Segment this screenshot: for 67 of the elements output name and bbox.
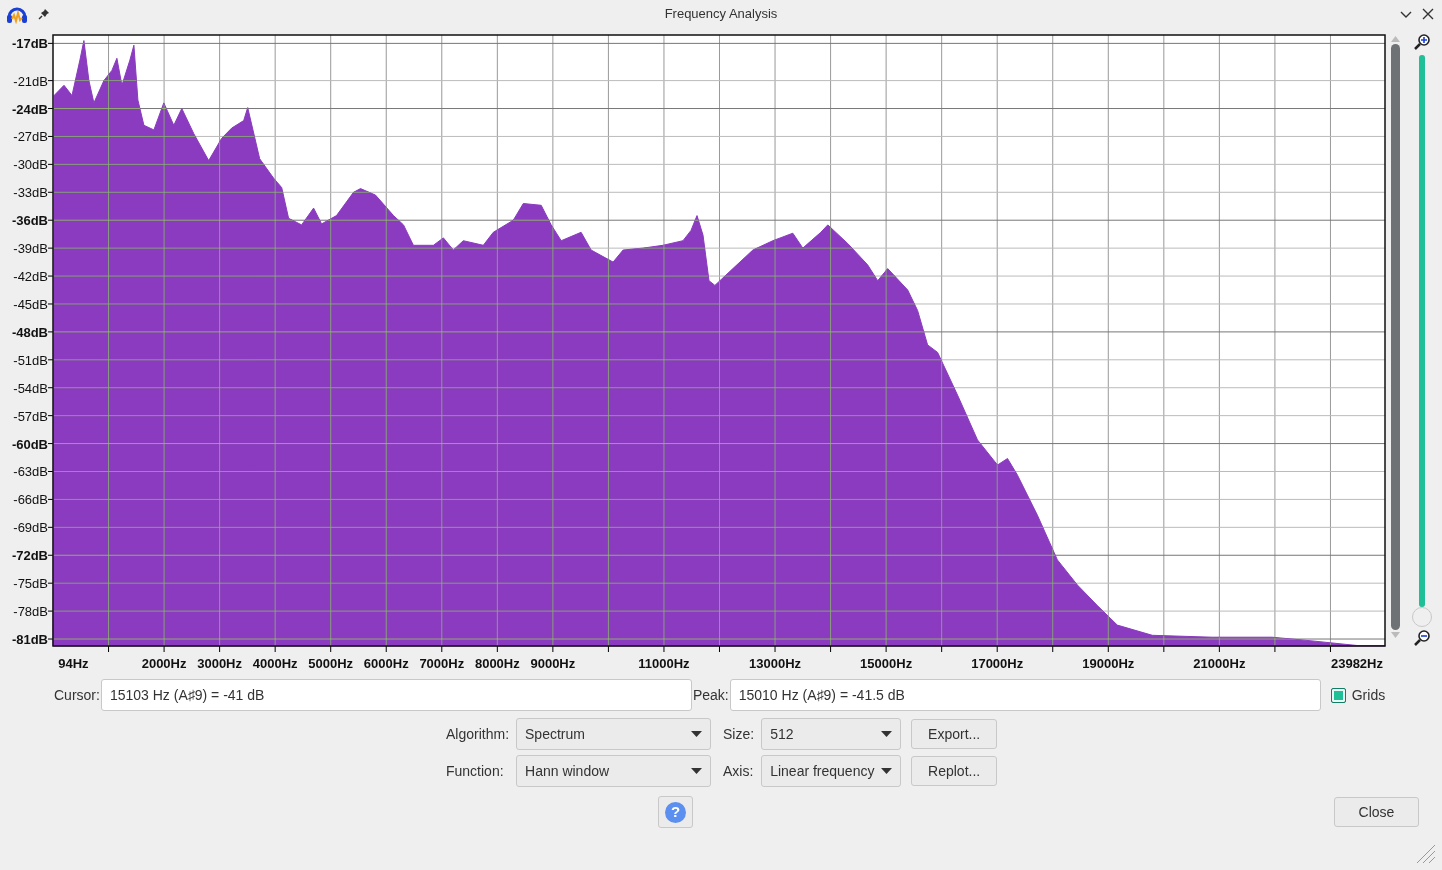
size-label: Size: (723, 724, 755, 744)
y-axis-label: -75dB (13, 576, 48, 592)
vertical-scrollbar[interactable] (1390, 44, 1400, 630)
y-axis-label: -57dB (13, 408, 48, 424)
slider-thumb[interactable] (1412, 607, 1432, 627)
export-button[interactable]: Export... (911, 719, 998, 749)
algorithm-label: Algorithm: (446, 724, 510, 744)
window-title: Frequency Analysis (664, 5, 778, 24)
cursor-field: 15103 Hz (A♯9) = -41 dB (100, 679, 692, 711)
zoom-out-icon[interactable] (1413, 629, 1431, 647)
peak-label: Peak: (692, 685, 729, 705)
function-label: Function: (446, 761, 505, 781)
replot-button[interactable]: Replot... (911, 756, 998, 786)
x-axis-label: 11000Hz (638, 656, 690, 670)
y-axis-label: -66dB (13, 492, 48, 508)
x-axis-label: 17000Hz (971, 656, 1024, 670)
dropdown-caret-icon (881, 731, 893, 737)
axis-dropdown[interactable]: Linear frequency (761, 755, 902, 787)
y-axis-label: -78dB (13, 604, 48, 620)
y-axis-label: -33dB (13, 185, 48, 201)
x-axis-label: 13000Hz (749, 656, 802, 670)
x-axis-label: 3000Hz (197, 656, 243, 670)
x-axis-label: 21000Hz (1193, 656, 1246, 670)
y-axis-label: -30dB (13, 157, 48, 173)
x-axis-label: 2000Hz (141, 656, 187, 670)
close-icon[interactable] (1422, 8, 1434, 20)
resize-grip-icon[interactable] (1416, 844, 1436, 864)
size-dropdown[interactable]: 512 (761, 718, 902, 750)
y-axis-label: -81dB (11, 632, 48, 647)
peak-field: 15010 Hz (A♯9) = -41.5 dB (729, 679, 1321, 711)
dropdown-caret-icon (691, 768, 703, 774)
y-axis-label: -54dB (13, 380, 48, 396)
close-button[interactable]: Close (1334, 797, 1419, 827)
y-axis-label: -24dB (11, 101, 48, 117)
dropdown-caret-icon (881, 768, 893, 774)
pin-icon[interactable] (38, 8, 50, 20)
x-axis-label: 5000Hz (308, 656, 354, 670)
x-axis-label: 94Hz (58, 656, 89, 670)
dropdown-caret-icon (691, 731, 703, 737)
x-axis-label: 23982Hz (1330, 656, 1383, 670)
y-axis-label: -21dB (13, 73, 48, 89)
zoom-slider[interactable] (1412, 55, 1432, 629)
algorithm-dropdown[interactable]: Spectrum (516, 718, 712, 750)
x-axis-label: 19000Hz (1082, 656, 1135, 670)
y-axis-label: -36dB (11, 213, 48, 229)
y-axis-label: -27dB (13, 129, 48, 145)
y-axis-label: -60dB (11, 436, 48, 452)
zoom-in-icon[interactable] (1413, 33, 1431, 51)
x-axis-label: 4000Hz (252, 656, 298, 670)
y-axis-label: -39dB (13, 241, 48, 257)
y-axis-label: -69dB (13, 520, 48, 536)
function-dropdown[interactable]: Hann window (516, 755, 712, 787)
x-axis-label: 6000Hz (363, 656, 409, 670)
y-axis-label: -42dB (13, 269, 48, 285)
y-axis-label: -51dB (13, 352, 48, 368)
y-axis-label: -17dB (11, 36, 48, 52)
x-axis-label: 15000Hz (860, 656, 913, 670)
grids-checkbox[interactable]: Grids (1330, 684, 1386, 706)
y-axis-label: -72dB (11, 548, 48, 564)
y-axis-label: -45dB (13, 296, 48, 312)
cursor-label: Cursor: (54, 685, 100, 705)
x-axis-label: 8000Hz (474, 656, 520, 670)
x-axis-label: 7000Hz (419, 656, 465, 670)
x-axis-label: 9000Hz (530, 656, 576, 670)
y-axis-label: -48dB (11, 324, 48, 340)
y-axis-label: -63dB (13, 464, 48, 480)
axis-label: Axis: (723, 761, 755, 781)
